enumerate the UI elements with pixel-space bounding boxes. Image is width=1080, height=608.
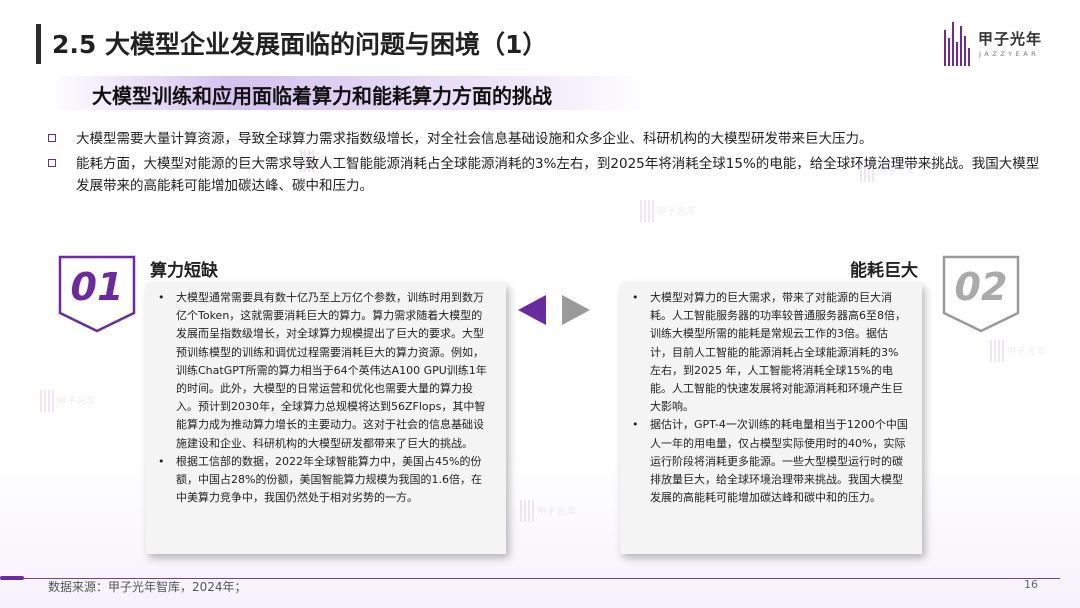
energy-consumption-card: 大模型对算力的巨大需求，带来了对能源的巨大消耗。人工智能服务器的功率较普通服务器… [620, 283, 922, 554]
compute-shortage-card: 大模型通常需要具有数十亿乃至上万亿个参数，训练时用到数万亿个Token，这就需要… [146, 283, 506, 554]
intro-bullet: 能耗方面，大模型对能源的巨大需求导致人工智能能源消耗占全球能源消耗的3%左右，到… [48, 153, 1048, 197]
title-accent-bar [36, 24, 41, 64]
section-number-badge-01: 01 [58, 255, 136, 333]
list-item: 大模型通常需要具有数十亿乃至上万亿个参数，训练时用到数万亿个Token，这就需要… [156, 289, 492, 453]
watermark-logo: 甲子光年 [990, 340, 1060, 366]
logo-bars-icon [944, 22, 970, 66]
page-number: 16 [1024, 578, 1038, 591]
intro-bullets: 大模型需要大量计算资源，导致全球算力需求指数级增长，对全社会信息基础设施和众多企… [48, 128, 1048, 200]
watermark-logo: 甲子光年 [640, 200, 710, 226]
slide: 甲子光年 甲子光年 甲子光年 甲子光年 甲子光年 甲子光年 2.5 大模型企业发… [0, 0, 1080, 608]
square-bullet-icon [48, 159, 56, 167]
section-heading-energy: 能耗巨大 [850, 261, 918, 281]
slide-subtitle: 大模型训练和应用面临着算力和能耗算力方面的挑战 [92, 84, 552, 108]
watermark-logo: 甲子光年 [40, 390, 110, 416]
jazzyear-logo: 甲子光年 JAZZYEAR [944, 22, 1054, 72]
square-bullet-icon [48, 134, 56, 142]
logo-name: 甲子光年 [978, 30, 1043, 48]
slide-title: 2.5 大模型企业发展面临的问题与困境（1） [52, 30, 548, 59]
list-item: 据估计，GPT-4一次训练的耗电量相当于1200个中国人一年的用电量，仅占模型实… [630, 416, 908, 507]
arrow-right-icon [562, 295, 590, 325]
data-source: 数据来源：甲子光年智库，2024年； [48, 580, 247, 594]
list-item: 根据工信部的数据，2022年全球智能算力中，美国占45%的份额，中国占28%的份… [156, 453, 492, 508]
arrow-left-icon [518, 295, 546, 325]
watermark-logo: 甲子光年 [520, 500, 590, 526]
section-number-badge-02: 02 [942, 255, 1020, 333]
logo-subtitle: JAZZYEAR [979, 50, 1040, 58]
list-item: 大模型对算力的巨大需求，带来了对能源的巨大消耗。人工智能服务器的功率较普通服务器… [630, 289, 908, 416]
section-heading-compute: 算力短缺 [150, 261, 218, 281]
intro-bullet: 大模型需要大量计算资源，导致全球算力需求指数级增长，对全社会信息基础设施和众多企… [48, 128, 1048, 150]
